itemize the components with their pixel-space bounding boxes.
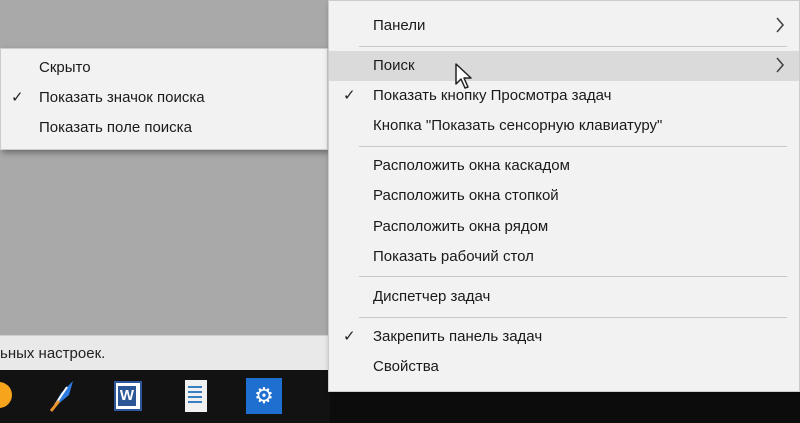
menu-item-toolbars[interactable]: Панели — [329, 11, 799, 41]
menu-item-label: Показать рабочий стол — [373, 248, 534, 265]
search-submenu: Скрыто ✓ Показать значок поиска Показать… — [0, 48, 328, 150]
taskbar-context-menu: Панели Поиск ✓ Показать кнопку Просмотра… — [328, 0, 800, 392]
menu-item-task-manager[interactable]: Диспетчер задач — [329, 282, 799, 312]
menu-item-show-desktop[interactable]: Показать рабочий стол — [329, 242, 799, 272]
menu-item-properties[interactable]: Свойства — [329, 352, 799, 382]
checkmark-icon: ✓ — [343, 87, 356, 104]
menu-item-label: Расположить окна рядом — [373, 218, 549, 235]
menu-item-stack-windows[interactable]: Расположить окна стопкой — [329, 181, 799, 211]
menu-item-show-task-view[interactable]: ✓ Показать кнопку Просмотра задач — [329, 81, 799, 111]
settings-gear-icon[interactable]: ⚙ — [246, 378, 282, 414]
taskbar: W ⚙ — [0, 370, 330, 423]
chevron-right-icon — [775, 16, 785, 38]
menu-item-lock-taskbar[interactable]: ✓ Закрепить панель задач — [329, 322, 799, 352]
menu-separator — [359, 317, 787, 318]
menu-item-label: Панели — [373, 17, 426, 34]
submenu-item-show-search-box[interactable]: Показать поле поиска — [1, 113, 327, 143]
feather-app-icon[interactable] — [44, 378, 80, 414]
menu-item-label: Диспетчер задач — [373, 288, 491, 305]
checkmark-icon: ✓ — [11, 89, 24, 106]
menu-item-label: Расположить окна стопкой — [373, 187, 559, 204]
menu-separator — [359, 276, 787, 277]
checkmark-icon: ✓ — [343, 328, 356, 345]
menu-item-search[interactable]: Поиск — [329, 51, 799, 81]
mouse-pointer-icon — [455, 63, 472, 89]
menu-item-label: Закрепить панель задач — [373, 328, 543, 345]
menu-separator — [359, 46, 787, 47]
menu-item-label: Кнопка "Показать сенсорную клавиатуру" — [373, 117, 663, 134]
menu-item-label: Поиск — [373, 57, 415, 74]
menu-item-label: Показать кнопку Просмотра задач — [373, 87, 612, 104]
orange-app-icon[interactable] — [0, 382, 12, 408]
document-icon[interactable] — [178, 378, 214, 414]
menu-item-side-by-side[interactable]: Расположить окна рядом — [329, 212, 799, 242]
menu-item-cascade-windows[interactable]: Расположить окна каскадом — [329, 151, 799, 181]
chevron-right-icon — [775, 56, 785, 78]
menu-item-label: Свойства — [373, 358, 439, 375]
window-status-strip: ьных настроек. — [0, 335, 330, 371]
menu-item-touch-keyboard[interactable]: Кнопка "Показать сенсорную клавиатуру" — [329, 111, 799, 141]
submenu-item-label: Показать значок поиска — [39, 89, 205, 106]
submenu-item-label: Показать поле поиска — [39, 119, 192, 136]
status-text: ьных настроек. — [0, 345, 106, 362]
menu-item-label: Расположить окна каскадом — [373, 157, 570, 174]
submenu-item-hidden[interactable]: Скрыто — [1, 53, 327, 83]
submenu-item-label: Скрыто — [39, 59, 91, 76]
word-icon[interactable]: W — [110, 378, 146, 414]
menu-separator — [359, 146, 787, 147]
submenu-item-show-search-icon[interactable]: ✓ Показать значок поиска — [1, 83, 327, 113]
